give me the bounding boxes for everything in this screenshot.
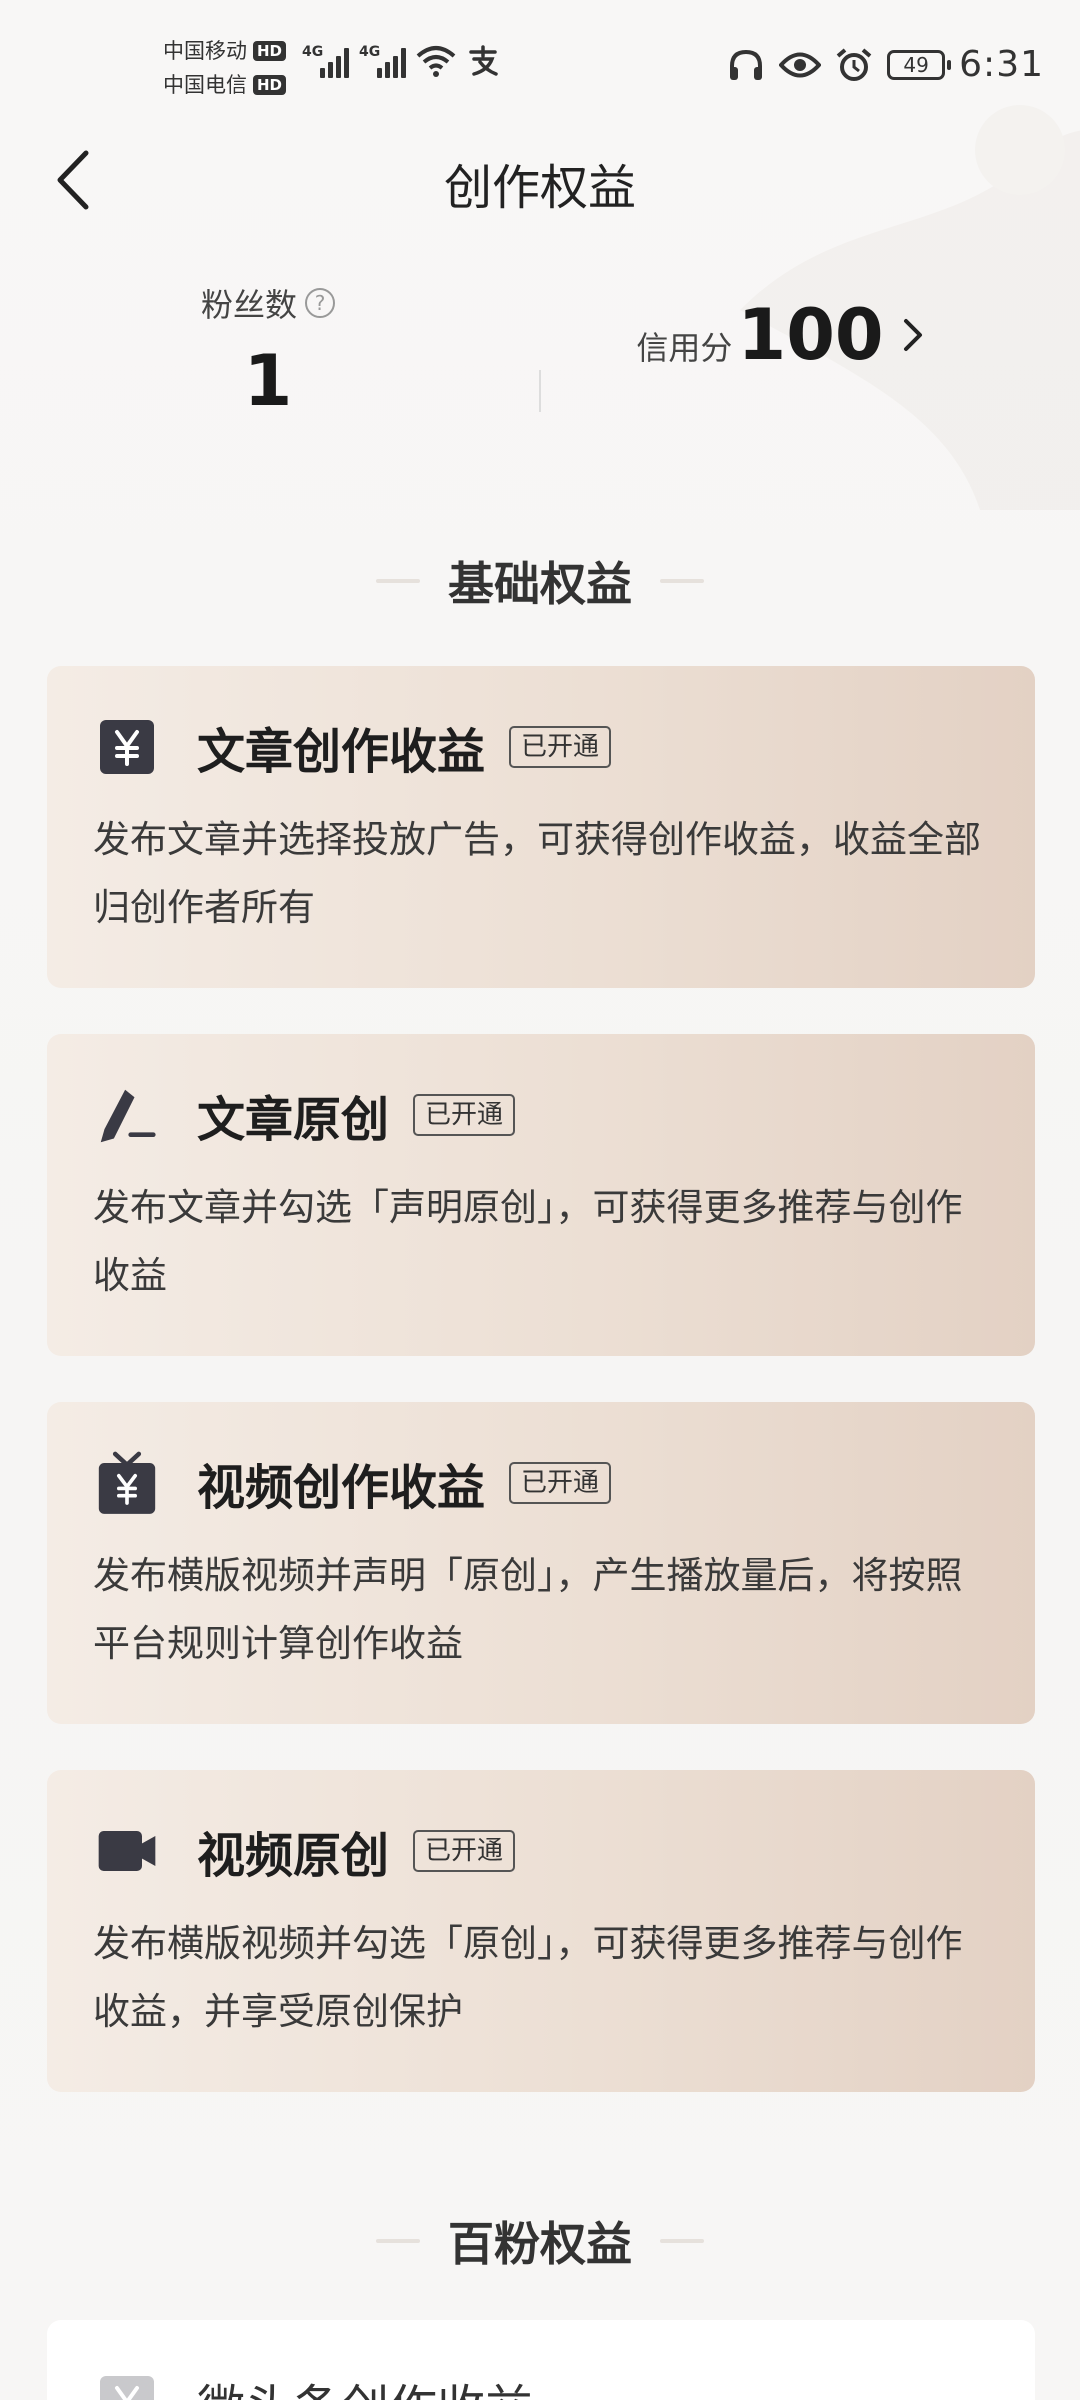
benefit-card-article-original[interactable]: 文章原创 已开通 发布文章并勾选「声明原创」，可获得更多推荐与创作收益 [47, 1034, 1035, 1356]
signal-icon: 4G [359, 44, 406, 78]
card-header: 文章创作收益 已开通 [97, 712, 612, 782]
carrier-2: 中国电信 [163, 73, 247, 97]
alipay-icon [469, 45, 498, 76]
stats-panel: 粉丝数 ? 1 信用分 100 [0, 280, 1080, 460]
card-description: 发布文章并选择投放广告，可获得创作收益，收益全部归创作者所有 [93, 818, 981, 929]
carrier-info: 中国移动 HD 中国电信 HD [163, 34, 287, 102]
card-header: 文章原创 已开通 [97, 1080, 516, 1150]
wifi-icon [416, 46, 456, 77]
section-heading-basic: 基础权益 [0, 548, 1080, 614]
signal-icon: 4G [302, 44, 349, 78]
alarm-icon [836, 47, 872, 81]
card-description: 发布横版视频并声明「原创」，产生播放量后，将按照平台规则计算创作收益 [93, 1554, 963, 1665]
fans-stat: 粉丝数 ? 1 [68, 280, 468, 422]
hd-badge: HD [253, 75, 287, 95]
fans-value: 1 [243, 340, 293, 422]
card-header: 视频原创 已开通 [97, 1816, 516, 1886]
heading-line [376, 579, 420, 583]
battery-icon: 49 [887, 49, 952, 80]
status-bar: 中国移动 HD 中国电信 HD 4G 4G 49 6:31 [0, 0, 1080, 130]
heading-line [660, 579, 704, 583]
status-badge: 已开通 [413, 1094, 516, 1136]
card-title: 视频原创 [197, 1828, 390, 1884]
fans-label: 粉丝数 [200, 286, 297, 324]
card-title: 文章原创 [197, 1092, 390, 1148]
benefit-card-video-income[interactable]: 视频创作收益 已开通 发布横版视频并声明「原创」，产生播放量后，将按照平台规则计… [47, 1402, 1035, 1724]
card-title: 视频创作收益 [197, 1460, 486, 1516]
yuan-icon [97, 717, 157, 777]
section-heading-hundred-fans: 百粉权益 [0, 2208, 1080, 2274]
pen-icon [97, 1085, 157, 1145]
status-badge: 已开通 [413, 1830, 516, 1872]
eye-icon [779, 52, 822, 77]
section-title: 百粉权益 [448, 2217, 632, 2271]
status-badge: 已开通 [509, 1462, 612, 1504]
video-camera-icon [97, 1821, 157, 1881]
card-description: 发布文章并勾选「声明原创」，可获得更多推荐与创作收益 [93, 1186, 963, 1297]
page-title: 创作权益 [443, 160, 636, 216]
benefit-card-weitoutiao-income[interactable]: 微头条创作收益 [47, 2320, 1035, 2400]
card-title: 微头条创作收益 [197, 2368, 533, 2400]
network-type: 4G [359, 44, 381, 60]
credit-value-row[interactable]: 100 [737, 294, 923, 376]
card-header: 视频创作收益 已开通 [97, 1448, 612, 1518]
hd-badge: HD [253, 41, 287, 61]
status-right: 49 6:31 [727, 44, 1044, 85]
credit-label: 信用分 [636, 329, 733, 367]
heading-line [376, 2239, 420, 2243]
screen: 中国移动 HD 中国电信 HD 4G 4G 49 6:31 创作权益 粉丝数 ?… [0, 0, 1080, 2400]
tv-yuan-icon [97, 1451, 157, 1514]
carrier-1: 中国移动 [163, 39, 247, 63]
help-icon[interactable]: ? [305, 288, 335, 318]
network-type: 4G [302, 44, 324, 60]
signal-group: 4G 4G [302, 44, 500, 78]
chevron-right-icon [903, 319, 922, 351]
fans-label-row: 粉丝数 ? [201, 280, 335, 326]
benefit-card-video-original[interactable]: 视频原创 已开通 发布横版视频并勾选「原创」，可获得更多推荐与创作收益，并享受原… [47, 1770, 1035, 2092]
credit-value: 100 [737, 294, 884, 376]
card-header: 微头条创作收益 [97, 2368, 533, 2400]
headphones-icon [730, 49, 763, 80]
nav-header: 创作权益 [0, 130, 1080, 230]
card-title: 文章创作收益 [197, 724, 486, 780]
benefit-card-article-income[interactable]: 文章创作收益 已开通 发布文章并选择投放广告，可获得创作收益，收益全部归创作者所… [47, 666, 1035, 988]
status-badge: 已开通 [509, 726, 612, 768]
heading-line [660, 2239, 704, 2243]
section-title: 基础权益 [448, 557, 632, 611]
credit-stat[interactable]: 信用分 100 [580, 280, 980, 376]
card-description: 发布横版视频并勾选「原创」，可获得更多推荐与创作收益，并享受原创保护 [93, 1922, 963, 2033]
clock: 6:31 [959, 44, 1044, 85]
stats-divider [539, 370, 541, 412]
yuan-icon [97, 2373, 157, 2400]
